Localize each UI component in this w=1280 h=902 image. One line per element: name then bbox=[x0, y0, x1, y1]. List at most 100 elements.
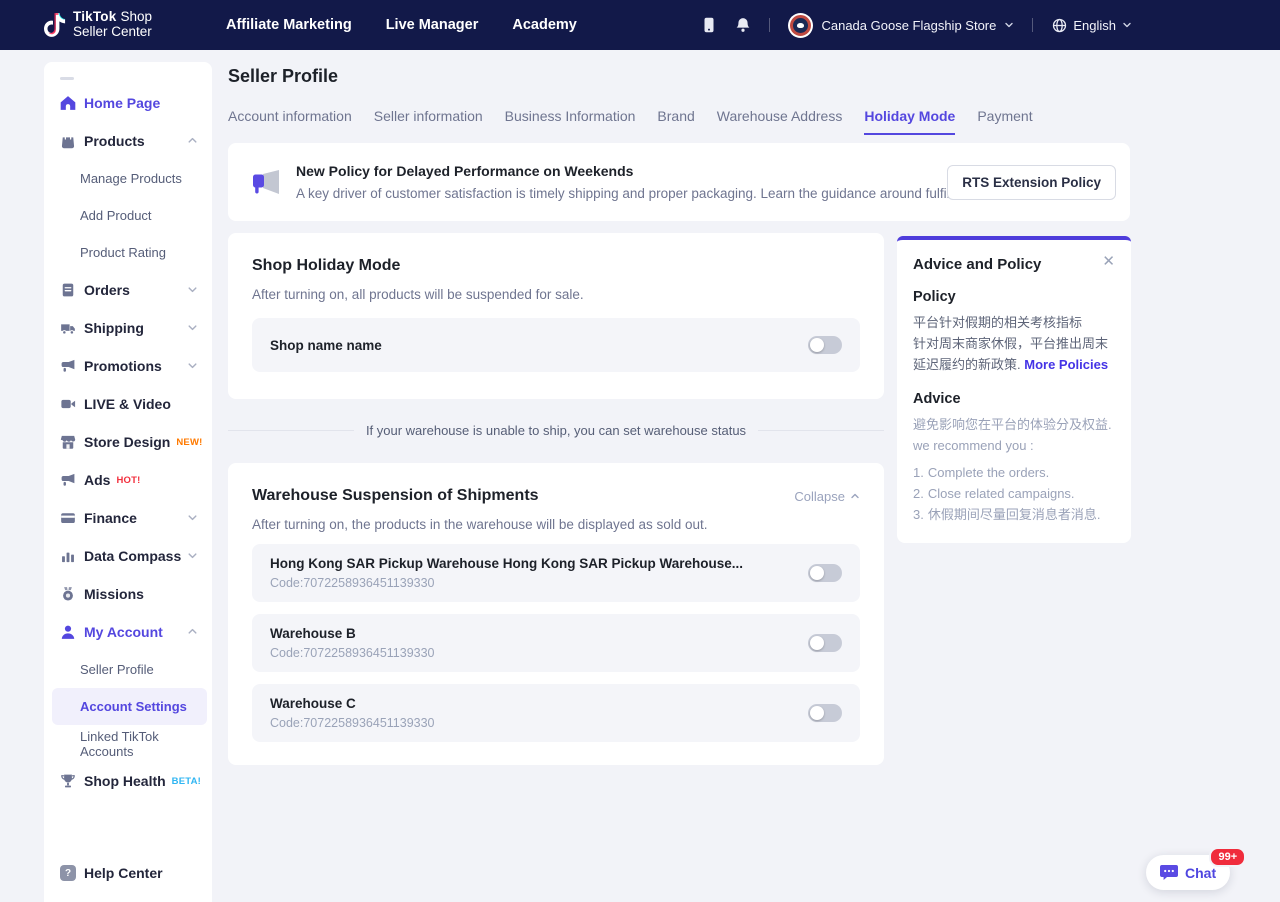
sidebar-badge: BETA! bbox=[172, 776, 201, 787]
policy-heading: Policy bbox=[913, 289, 1115, 305]
sidebar-item-promotions[interactable]: Promotions bbox=[44, 347, 212, 385]
advice-heading: Advice bbox=[913, 391, 1115, 407]
sidebar-item-finance[interactable]: Finance bbox=[44, 499, 212, 537]
finance-icon bbox=[60, 510, 76, 526]
topnav-item-affiliate-marketing[interactable]: Affiliate Marketing bbox=[226, 17, 352, 33]
more-policies-link[interactable]: More Policies bbox=[1024, 357, 1108, 372]
advice-list-item: 2.Close related campaigns. bbox=[913, 483, 1115, 504]
sidebar-subitem-add-product[interactable]: Add Product bbox=[44, 197, 212, 234]
language-switcher[interactable]: English bbox=[1051, 17, 1132, 33]
advice-list: 1.Complete the orders.2.Close related ca… bbox=[913, 462, 1115, 525]
sidebar-subitem-seller-profile[interactable]: Seller Profile bbox=[44, 651, 212, 688]
tab-payment[interactable]: Payment bbox=[977, 108, 1032, 135]
warehouse-toggle[interactable] bbox=[808, 564, 842, 582]
profile-tabs: Account information Seller information Bus… bbox=[228, 108, 1033, 135]
topbar-separator bbox=[1032, 18, 1033, 32]
warehouse-suspension-card: Warehouse Suspension of Shipments Collap… bbox=[228, 463, 884, 765]
holiday-card-subtitle: After turning on, all products will be s… bbox=[252, 287, 860, 302]
sidebar-subitem-account-settings[interactable]: Account Settings bbox=[52, 688, 207, 725]
tab-business-information[interactable]: Business Information bbox=[505, 108, 636, 135]
sidebar-item-shop-health[interactable]: Shop Health BETA! bbox=[44, 762, 212, 800]
shop-holiday-toggle[interactable] bbox=[808, 336, 842, 354]
chevron-up-icon bbox=[187, 133, 198, 149]
sidebar-item-home-page[interactable]: Home Page bbox=[44, 84, 212, 122]
chevron-down-icon bbox=[187, 510, 198, 526]
data-icon bbox=[60, 548, 76, 564]
warehouse-row: Hong Kong SAR Pickup Warehouse Hong Kong… bbox=[252, 544, 860, 602]
bell-icon[interactable] bbox=[735, 17, 751, 33]
policy-announcement-banner: New Policy for Delayed Performance on We… bbox=[228, 143, 1130, 221]
sidebar-subitem-linked-tiktok-accounts[interactable]: Linked TikTok Accounts bbox=[44, 725, 212, 762]
warehouse-toggle[interactable] bbox=[808, 634, 842, 652]
globe-icon bbox=[1051, 17, 1067, 33]
home-icon bbox=[60, 95, 76, 111]
ads-icon bbox=[60, 472, 76, 488]
warehouse-name: Warehouse C bbox=[270, 696, 435, 711]
chevron-down-icon bbox=[1004, 20, 1014, 30]
advice-and-policy-panel: Advice and Policy ✕ Policy 平台针对假期的相关考核指标… bbox=[897, 236, 1131, 543]
banner-title: New Policy for Delayed Performance on We… bbox=[296, 163, 933, 179]
store-name: Canada Goose Flagship Store bbox=[821, 18, 996, 33]
tab-account-information[interactable]: Account information bbox=[228, 108, 352, 135]
chat-bubble-icon bbox=[1160, 864, 1178, 881]
phone-icon[interactable] bbox=[701, 17, 717, 33]
warehouse-name: Hong Kong SAR Pickup Warehouse Hong Kong… bbox=[270, 556, 743, 571]
sidebar-item-help-center[interactable]: ? Help Center bbox=[44, 854, 212, 892]
topbar-right: Canada Goose Flagship Store English bbox=[701, 13, 1132, 38]
sidebar-item-missions[interactable]: Missions bbox=[44, 575, 212, 613]
sidebar-subitem-manage-products[interactable]: Manage Products bbox=[44, 160, 212, 197]
warehouse-code: Code:7072258936451139330 bbox=[270, 716, 435, 730]
sidebar-scroll-handle[interactable] bbox=[60, 77, 74, 80]
warehouse-code: Code:7072258936451139330 bbox=[270, 646, 435, 660]
close-icon[interactable]: ✕ bbox=[1102, 254, 1115, 269]
sidebar-item-shipping[interactable]: Shipping bbox=[44, 309, 212, 347]
chat-widget: Chat 99+ bbox=[1146, 855, 1230, 890]
collapse-link[interactable]: Collapse bbox=[794, 489, 860, 504]
warehouse-row: Warehouse C Code:7072258936451139330 bbox=[252, 684, 860, 742]
topnav-item-academy[interactable]: Academy bbox=[512, 17, 576, 33]
topnav-item-live-manager[interactable]: Live Manager bbox=[386, 17, 479, 33]
sidebar-subitem-product-rating[interactable]: Product Rating bbox=[44, 234, 212, 271]
tab-holiday-mode[interactable]: Holiday Mode bbox=[864, 108, 955, 135]
banner-description: A key driver of customer satisfaction is… bbox=[296, 186, 933, 201]
topbar: TikTokShop Seller Center Affiliate Marke… bbox=[0, 0, 1280, 50]
warehouse-toggle[interactable] bbox=[808, 704, 842, 722]
warehouse-card-subtitle: After turning on, the products in the wa… bbox=[252, 517, 860, 532]
sidebar-item-products[interactable]: Products bbox=[44, 122, 212, 160]
sidebar-item-my-account[interactable]: My Account bbox=[44, 613, 212, 651]
tab-seller-information[interactable]: Seller information bbox=[374, 108, 483, 135]
sidebar-item-ads[interactable]: Ads HOT! bbox=[44, 461, 212, 499]
tab-warehouse-address[interactable]: Warehouse Address bbox=[717, 108, 843, 135]
top-navigation: Affiliate Marketing Live Manager Academy bbox=[226, 17, 577, 33]
chevron-down-icon bbox=[1122, 20, 1132, 30]
sidebar-item-store-design[interactable]: Store Design NEW! bbox=[44, 423, 212, 461]
store-switcher[interactable]: Canada Goose Flagship Store bbox=[788, 13, 1014, 38]
advice-panel-title: Advice and Policy bbox=[913, 256, 1041, 273]
sidebar-item-live-video[interactable]: LIVE & Video bbox=[44, 385, 212, 423]
health-icon bbox=[60, 773, 76, 789]
warehouse-code: Code:7072258936451139330 bbox=[270, 576, 743, 590]
rts-extension-policy-button[interactable]: RTS Extension Policy bbox=[947, 165, 1116, 200]
advice-list-item: 3.休假期间尽量回复消息者消息. bbox=[913, 504, 1115, 525]
warehouse-card-title: Warehouse Suspension of Shipments bbox=[252, 487, 539, 505]
store-icon bbox=[60, 434, 76, 450]
sidebar-item-data-compass[interactable]: Data Compass bbox=[44, 537, 212, 575]
tab-brand[interactable]: Brand bbox=[657, 108, 694, 135]
tiktok-shop-logo[interactable]: TikTokShop Seller Center bbox=[44, 10, 152, 40]
orders-icon bbox=[60, 282, 76, 298]
chat-label: Chat bbox=[1185, 865, 1216, 881]
sidebar-badge: NEW! bbox=[176, 437, 202, 448]
promotions-icon bbox=[60, 358, 76, 374]
advice-text: 避免影响您在平台的体验分及权益. we recommend you : bbox=[913, 414, 1115, 456]
chevron-up-icon bbox=[187, 624, 198, 640]
sidebar-footer: ? Help Center bbox=[44, 854, 212, 902]
sidebar: Home Page Products Manage ProductsAdd Pr… bbox=[44, 62, 212, 902]
holiday-card-title: Shop Holiday Mode bbox=[252, 257, 860, 275]
sidebar-item-orders[interactable]: Orders bbox=[44, 271, 212, 309]
products-icon bbox=[60, 133, 76, 149]
chevron-down-icon bbox=[187, 358, 198, 374]
logo-text: TikTokShop Seller Center bbox=[73, 10, 152, 40]
chat-unread-badge: 99+ bbox=[1209, 847, 1246, 867]
megaphone-icon bbox=[252, 169, 282, 195]
tiktok-note-icon bbox=[44, 12, 66, 38]
